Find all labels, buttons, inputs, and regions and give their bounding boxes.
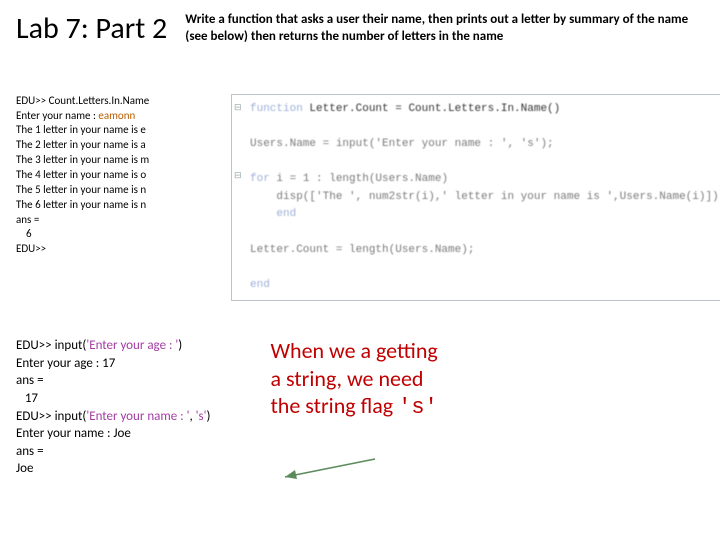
content-row: EDU>> Count.Letters.In.Name Enter your n… [16, 94, 704, 302]
console-line: ans = [16, 444, 44, 459]
callout-flag: 's' [398, 395, 438, 420]
console-line: The 6 letter in your name is n [16, 198, 146, 211]
console-line: The 2 letter in your name is a [16, 138, 146, 151]
console-line: ans = [16, 213, 39, 226]
arrow-icon [275, 455, 385, 485]
callout-line: When we a getting [270, 337, 437, 365]
console-line: Enter your age : 17 [16, 356, 115, 371]
console-input: eamonn [98, 109, 135, 122]
console-line: ans = [16, 373, 44, 388]
bottom-row: EDU>> input('Enter your age : ') Enter y… [16, 337, 704, 477]
console-line: 6 [16, 227, 32, 240]
code-block: function function Letter.Count = Count.L… [250, 101, 719, 295]
console-line: EDU>> [16, 242, 46, 255]
console-line: The 5 letter in your name is n [16, 183, 146, 196]
console-line: Enter your name : Joe [16, 426, 131, 441]
code-line: Users.Name = input('Enter your name : ',… [250, 138, 554, 150]
string-literal: 's' [196, 409, 207, 424]
code-line: Letter.Count = length(Users.Name); [250, 244, 474, 256]
callout-line: the string flag [270, 392, 398, 419]
console-line: The 1 letter in your name is e [16, 123, 146, 136]
console-line: Enter your name : [16, 109, 98, 122]
matlab-console-example: EDU>> input('Enter your age : ') Enter y… [16, 337, 210, 477]
console-line: The 3 letter in your name is m [16, 153, 149, 166]
header-row: Lab 7: Part 2 Write a function that asks… [16, 12, 704, 46]
fold-icon: ⊟ [234, 169, 242, 183]
console-line: The 4 letter in your name is o [16, 168, 146, 181]
code-editor-frame: ⊟ ⊟ function function Letter.Count = Cou… [231, 94, 720, 302]
callout-line: a string, we need [270, 365, 437, 393]
string-literal: 'Enter your name : ' [86, 409, 189, 424]
matlab-console-output: EDU>> Count.Letters.In.Name Enter your n… [16, 94, 221, 257]
console-line: 17 [16, 391, 38, 406]
instructions-text: Write a function that asks a user their … [185, 12, 704, 46]
console-line: Joe [16, 461, 33, 476]
page-title: Lab 7: Part 2 [16, 12, 167, 45]
code-line: disp(['The ', num2str(i),' letter in you… [250, 191, 719, 203]
string-literal: 'Enter your age : ' [86, 338, 178, 353]
console-line: EDU>> Count.Letters.In.Name [16, 94, 149, 107]
fold-icon: ⊟ [234, 101, 242, 115]
